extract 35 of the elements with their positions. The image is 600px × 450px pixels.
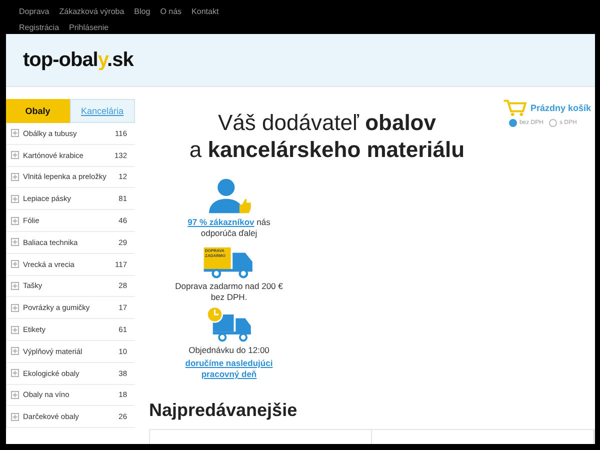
cart-icon[interactable] <box>503 99 528 117</box>
headline: a kancelárskeho materiálu <box>189 136 465 163</box>
nav-link[interactable]: Prihlásenie <box>69 22 109 34</box>
expand-icon[interactable] <box>11 347 19 356</box>
truck-clock-icon <box>205 305 253 343</box>
expand-icon[interactable] <box>11 172 19 181</box>
delivery-link[interactable]: doručíme nasledujúci pracovný deň <box>179 358 279 380</box>
expand-icon[interactable] <box>11 390 19 399</box>
expand-icon[interactable] <box>11 151 19 160</box>
logo[interactable]: top-obaly.sk <box>23 48 134 72</box>
expand-icon[interactable] <box>11 129 19 138</box>
nav-link[interactable]: Blog <box>134 6 150 18</box>
expand-icon[interactable] <box>11 216 19 225</box>
price-mode-radio[interactable] <box>509 119 518 127</box>
expand-icon[interactable] <box>11 260 19 268</box>
nav-link[interactable]: Doprava <box>19 6 50 18</box>
headline: Váš dodávateľ obalov <box>218 109 436 136</box>
expand-icon[interactable] <box>11 194 19 203</box>
expand-icon[interactable] <box>11 238 19 246</box>
expand-icon[interactable] <box>11 369 19 378</box>
nav-link[interactable]: Kontakt <box>192 6 219 18</box>
nav-link[interactable]: O nás <box>160 6 182 18</box>
category-tab[interactable]: Obaly <box>6 99 70 123</box>
price-mode-radio[interactable] <box>549 119 558 127</box>
nav-link[interactable]: Registrácia <box>19 22 60 34</box>
nav-link[interactable]: Zákazková výroba <box>59 6 124 18</box>
feature-text: Objednávku do 12:00 <box>188 345 270 356</box>
expand-icon[interactable] <box>11 326 19 334</box>
expand-icon[interactable] <box>11 304 19 312</box>
expand-icon[interactable] <box>11 282 19 290</box>
feature-text: 97 % zákazníkov nás odporúča ďalej <box>186 217 272 239</box>
customers-link[interactable]: 97 % zákazníkov <box>188 217 254 227</box>
feature-text: Doprava zadarmo nad 200 € bez DPH. <box>174 281 284 303</box>
section-title: Najpredávanejšie <box>149 400 298 421</box>
expand-icon[interactable] <box>11 412 19 421</box>
